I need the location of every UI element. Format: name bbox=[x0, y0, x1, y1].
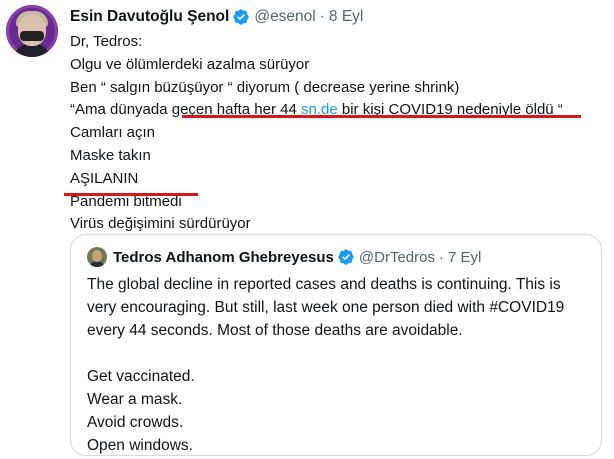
tweet-line: AŞILANIN bbox=[70, 169, 139, 187]
quoted-tweet-date: 7 Eyl bbox=[447, 248, 482, 266]
quoted-line: Wear a mask. bbox=[87, 391, 183, 408]
tweet-line: Olgu ve ölümlerdeki azalma sürüyor bbox=[70, 55, 310, 73]
tweet-header: Esin Davutoğlu Şenol @esenol · 8 Eyl bbox=[70, 4, 363, 30]
tweet-line: Camları açın bbox=[70, 124, 156, 142]
red-underline-annotation bbox=[182, 115, 581, 118]
quoted-line: Avoid crowds. bbox=[87, 414, 184, 431]
quoted-tweet-card[interactable]: Tedros Adhanom Ghebreyesus @DrTedros · 7… bbox=[70, 234, 602, 456]
tweet-line: Dr, Tedros: bbox=[70, 33, 143, 50]
author-avatar[interactable] bbox=[6, 5, 58, 57]
tweet-line: Virüs değişimini sürdürüyor bbox=[70, 215, 251, 233]
quoted-line: Get vaccinated. bbox=[87, 368, 195, 385]
author-handle[interactable]: @esenol bbox=[254, 8, 315, 26]
quoted-tweet-text: The global decline in reported cases and… bbox=[87, 273, 564, 457]
quoted-author-avatar bbox=[87, 247, 107, 267]
quoted-header-separator: · bbox=[438, 248, 444, 266]
tweet-line-with-link: “Ama dünyada geçen hafta her 44 sn.de bi… bbox=[70, 99, 563, 122]
tweet-text: Dr, Tedros: Olgu ve ölümlerdeki azalma s… bbox=[70, 31, 563, 236]
quoted-tweet-header: Tedros Adhanom Ghebreyesus @DrTedros · 7… bbox=[87, 245, 481, 269]
verified-badge-icon bbox=[233, 9, 250, 25]
quoted-line: The global decline in reported cases and… bbox=[87, 276, 561, 293]
tweet-date[interactable]: 8 Eyl bbox=[329, 8, 363, 26]
avatar-face bbox=[18, 14, 46, 46]
tweet-line: Maske takın bbox=[70, 146, 151, 164]
verified-badge-icon bbox=[338, 249, 354, 265]
quoted-author-name: Tedros Adhanom Ghebreyesus bbox=[113, 248, 334, 266]
quoted-avatar-face bbox=[92, 250, 102, 262]
quoted-line: Open windows. bbox=[87, 437, 193, 454]
avatar-mask bbox=[20, 31, 44, 41]
red-underline-annotation bbox=[64, 193, 198, 196]
quoted-line: very encouraging. But still, last week o… bbox=[87, 299, 565, 316]
quoted-line: every 44 seconds. Most of those deaths a… bbox=[87, 322, 463, 339]
author-name[interactable]: Esin Davutoğlu Şenol bbox=[70, 8, 229, 26]
quoted-blank-line bbox=[87, 342, 564, 365]
header-separator: · bbox=[319, 8, 325, 25]
quoted-author-handle: @DrTedros bbox=[358, 248, 435, 266]
tweet-line: Ben “ salgın büzüşüyor “ diyorum ( decre… bbox=[70, 78, 460, 96]
